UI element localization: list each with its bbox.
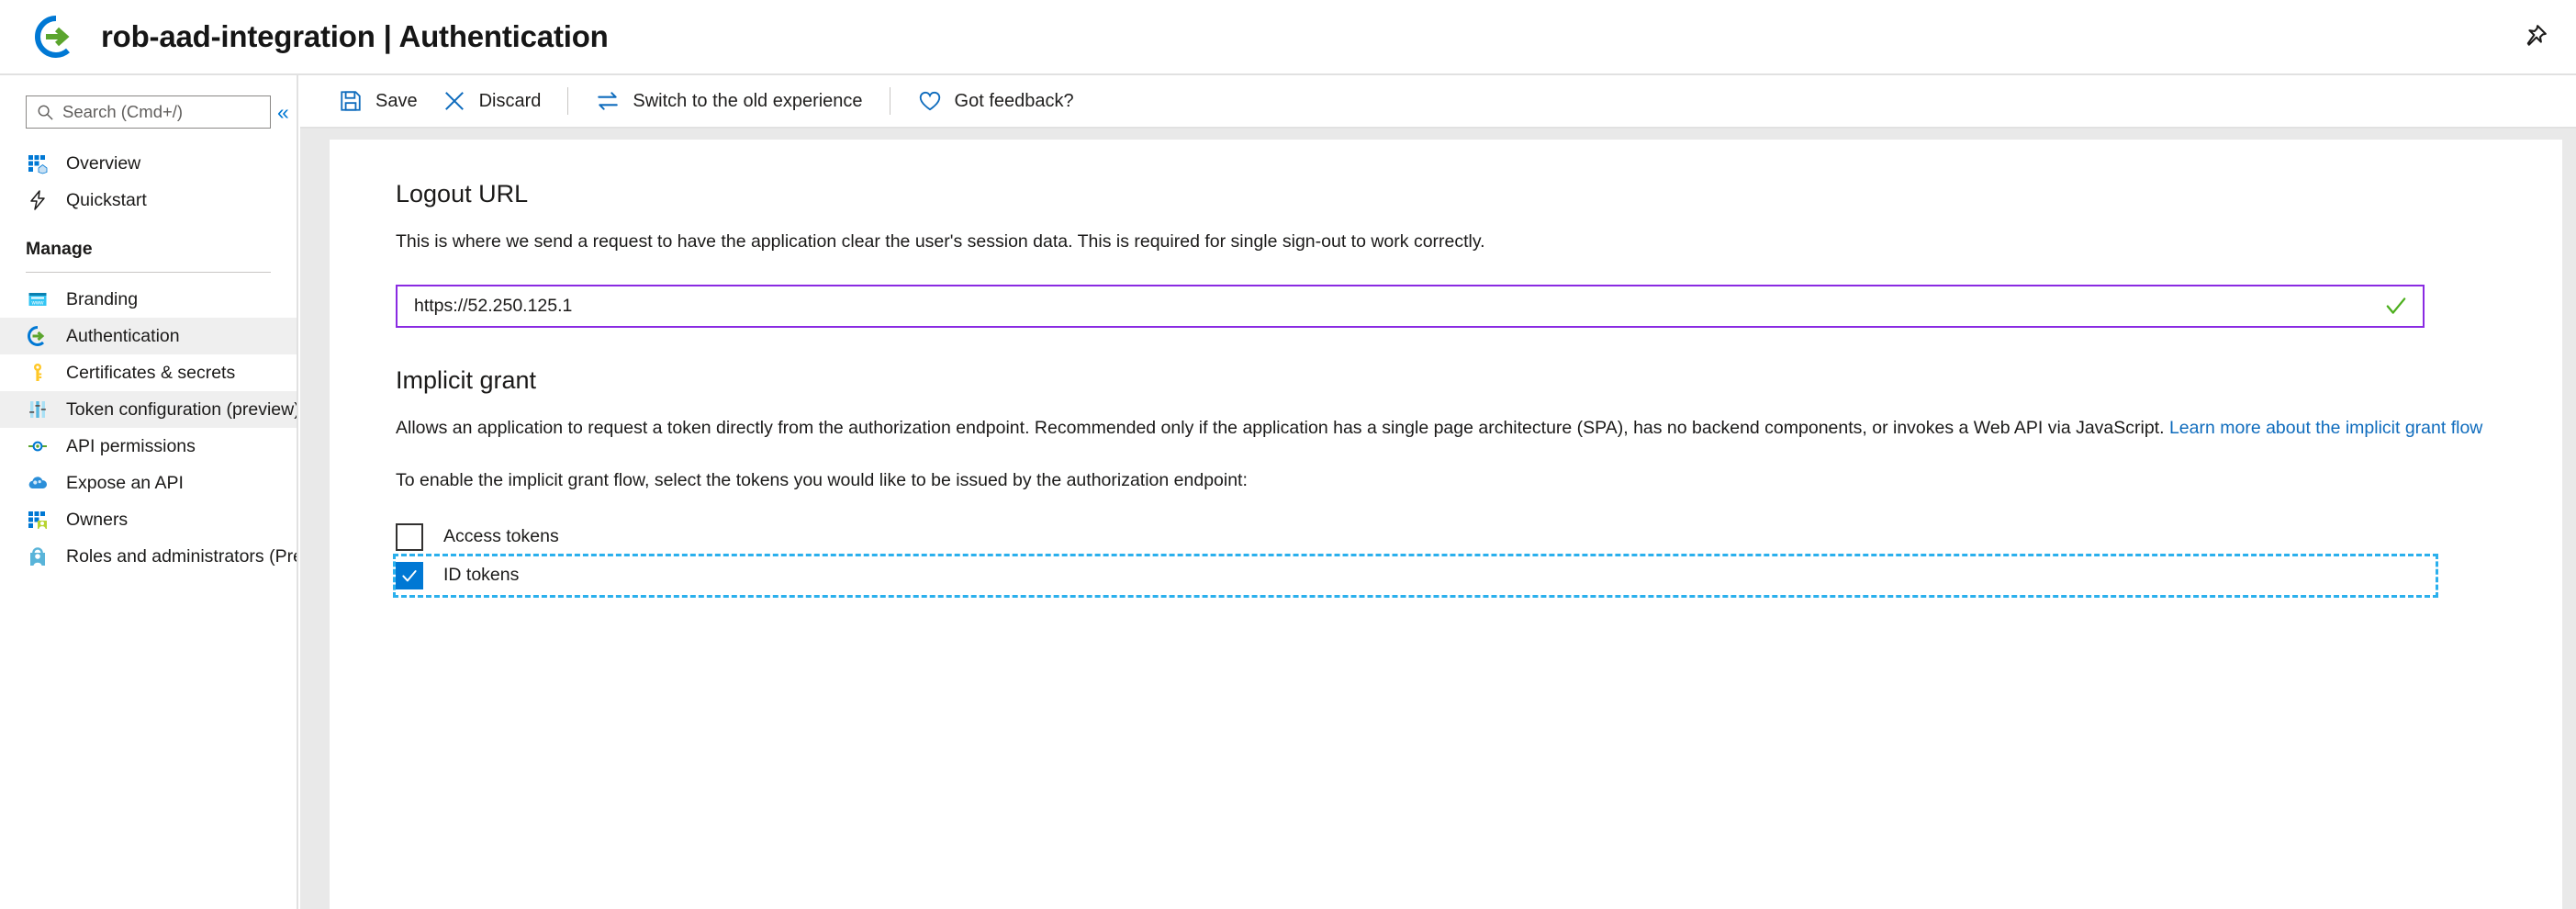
sidebar-item-label: Roles and administrators (Previ... <box>66 545 297 567</box>
content-shell: Logout URL This is where we send a reque… <box>300 129 2576 909</box>
logout-url-input[interactable] <box>414 295 2423 317</box>
sidebar-item-label: Expose an API <box>66 472 184 493</box>
lightning-bolt-icon <box>26 188 50 212</box>
branding-www-icon: www <box>26 287 50 311</box>
sidebar-item-overview[interactable]: Overview <box>0 145 297 182</box>
owners-grid-icon <box>26 508 50 532</box>
sidebar-item-owners[interactable]: Owners <box>0 501 297 538</box>
sidebar-item-quickstart[interactable]: Quickstart <box>0 182 297 219</box>
command-toolbar: Save Discard Switch to the old experienc… <box>300 75 2576 129</box>
implicit-grant-description: Allows an application to request a token… <box>396 415 2498 442</box>
sidebar-item-label: Certificates & secrets <box>66 362 236 383</box>
save-button[interactable]: Save <box>326 80 430 122</box>
sidebar: « Overview Qui <box>0 75 298 909</box>
authentication-settings-panel: Logout URL This is where we send a reque… <box>330 140 2562 909</box>
feedback-button[interactable]: Got feedback? <box>905 80 1086 122</box>
sidebar-item-label: API permissions <box>66 435 196 456</box>
overview-grid-icon <box>26 152 50 175</box>
sidebar-item-token-configuration[interactable]: Token configuration (preview) <box>0 391 297 428</box>
sidebar-item-authentication[interactable]: Authentication <box>0 318 297 354</box>
sidebar-item-label: Quickstart <box>66 189 147 210</box>
save-button-label: Save <box>375 90 418 111</box>
authentication-arrow-icon <box>26 324 50 348</box>
switch-experience-label: Switch to the old experience <box>633 90 863 111</box>
sidebar-search-row: « <box>0 75 297 129</box>
search-box[interactable] <box>26 95 271 129</box>
page-header: rob-aad-integration | Authentication <box>0 0 2576 75</box>
toolbar-separator <box>567 87 569 115</box>
sidebar-item-api-permissions[interactable]: API permissions <box>0 428 297 465</box>
sidebar-item-label: Owners <box>66 509 129 530</box>
save-floppy-icon <box>338 88 364 114</box>
search-icon <box>37 104 54 121</box>
logout-url-field[interactable] <box>396 284 2425 328</box>
logout-url-heading: Logout URL <box>396 180 529 208</box>
checkbox-row-access-tokens[interactable]: Access tokens <box>396 518 2436 556</box>
sidebar-item-branding[interactable]: www Branding <box>0 281 297 318</box>
implicit-grant-description-text: Allows an application to request a token… <box>396 417 2169 438</box>
check-glyph-icon <box>402 569 417 581</box>
access-tokens-label: Access tokens <box>443 526 559 547</box>
collapse-sidebar-button[interactable]: « <box>277 101 289 123</box>
swap-arrows-icon <box>595 88 621 114</box>
sidebar-item-label: Branding <box>66 288 139 309</box>
heart-icon <box>917 88 943 114</box>
sidebar-nav-manage: www Branding Authentication Certificates… <box>0 281 297 575</box>
access-tokens-checkbox[interactable] <box>396 522 423 551</box>
api-permissions-icon <box>26 434 50 458</box>
implicit-grant-learn-more-link[interactable]: Learn more about the implicit grant flow <box>2169 418 2482 438</box>
sidebar-section-manage: Manage <box>26 239 271 273</box>
sidebar-nav-top: Overview Quickstart <box>0 145 297 219</box>
sidebar-item-label: Overview <box>66 152 141 174</box>
discard-button-label: Discard <box>478 90 542 111</box>
cloud-gears-icon <box>26 471 50 495</box>
sliders-icon <box>26 398 50 421</box>
feedback-button-label: Got feedback? <box>954 90 1074 111</box>
implicit-grant-token-checkbox-list: Access tokens ID tokens <box>393 518 2562 598</box>
discard-button[interactable]: Discard <box>430 80 554 122</box>
sidebar-item-label: Token configuration (preview) <box>66 398 297 420</box>
logout-url-description: This is where we send a request to have … <box>396 231 1485 252</box>
sidebar-item-certificates-secrets[interactable]: Certificates & secrets <box>0 354 297 391</box>
key-icon <box>26 361 50 385</box>
sidebar-item-expose-an-api[interactable]: Expose an API <box>0 465 297 501</box>
close-x-icon <box>442 88 467 114</box>
switch-experience-button[interactable]: Switch to the old experience <box>583 80 874 122</box>
checkbox-row-id-tokens[interactable]: ID tokens <box>393 553 2438 598</box>
pin-icon[interactable] <box>2517 19 2552 54</box>
implicit-grant-heading: Implicit grant <box>396 365 537 394</box>
sidebar-item-roles-and-administrators[interactable]: Roles and administrators (Previ... <box>0 538 297 575</box>
id-tokens-label: ID tokens <box>443 565 520 586</box>
search-input[interactable] <box>62 102 246 122</box>
checkmark-icon <box>2384 294 2408 318</box>
id-tokens-checkbox[interactable] <box>396 561 423 589</box>
roles-person-icon <box>26 544 50 568</box>
svg-text:www: www <box>31 301 45 307</box>
implicit-grant-instruction: To enable the implicit grant flow, selec… <box>396 469 1248 490</box>
sidebar-item-label: Authentication <box>66 325 180 346</box>
authentication-app-icon <box>31 12 81 62</box>
page-title: rob-aad-integration | Authentication <box>101 19 609 53</box>
